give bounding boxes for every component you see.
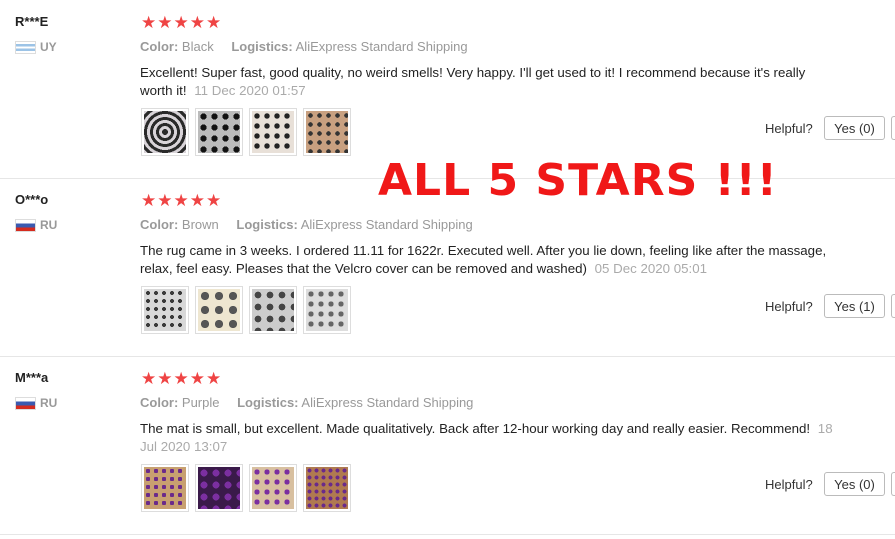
helpful-yes-button[interactable]: Yes (1): [824, 294, 885, 318]
helpful-yes-button[interactable]: Yes (0): [824, 116, 885, 140]
review-meta: Color: Brown Logistics: AliExpress Stand…: [140, 217, 473, 232]
color-label: Color:: [140, 395, 179, 410]
review-date: 11 Dec 2020 01:57: [194, 83, 306, 98]
color-label: Color:: [140, 39, 179, 54]
russia-flag-icon: [15, 396, 36, 410]
reviewer-name: O***o: [15, 192, 49, 207]
review-item: R***E UY ★★★★★ Color: Black Logistics: A…: [0, 0, 895, 178]
review-photo[interactable]: [141, 464, 189, 512]
reviewer-name: R***E: [15, 14, 49, 29]
uruguay-flag-icon: [15, 40, 36, 54]
star-rating: ★★★★★: [141, 369, 223, 388]
review-photo[interactable]: [249, 464, 297, 512]
logistics-label: Logistics:: [237, 395, 299, 410]
star-rating: ★★★★★: [141, 191, 223, 210]
helpful-label: Helpful?: [765, 121, 813, 136]
logistics-value: AliExpress Standard Shipping: [301, 395, 474, 410]
review-photos: [141, 464, 357, 512]
helpful-no-button[interactable]: [891, 294, 895, 318]
country-code: RU: [40, 396, 58, 410]
review-photo[interactable]: [303, 108, 351, 156]
color-value: Purple: [181, 395, 220, 410]
review-photo[interactable]: [303, 464, 351, 512]
review-text: Excellent! Super fast, good quality, no …: [140, 64, 840, 100]
helpful-label: Helpful?: [765, 299, 813, 314]
helpful-label: Helpful?: [765, 477, 813, 492]
color-value: Brown: [181, 217, 219, 232]
review-body: The mat is small, but excellent. Made qu…: [140, 421, 811, 436]
country-code: UY: [40, 40, 57, 54]
star-rating: ★★★★★: [141, 13, 223, 32]
logistics-label: Logistics:: [231, 39, 293, 54]
promo-overlay-text: ALL 5 STARS !!!: [378, 155, 778, 206]
color-value: Black: [181, 39, 214, 54]
review-photos: [141, 286, 357, 334]
country-code: RU: [40, 218, 58, 232]
review-text: The rug came in 3 weeks. I ordered 11.11…: [140, 242, 840, 278]
review-item: M***a RU ★★★★★ Color: Purple Logistics: …: [0, 356, 895, 534]
review-photo[interactable]: [195, 108, 243, 156]
review-photos: [141, 108, 357, 156]
reviewer-country: UY: [15, 40, 57, 54]
review-meta: Color: Purple Logistics: AliExpress Stan…: [140, 395, 473, 410]
review-photo[interactable]: [195, 286, 243, 334]
logistics-label: Logistics:: [236, 217, 298, 232]
helpful-no-button[interactable]: [891, 472, 895, 496]
review-date: 05 Dec 2020 05:01: [594, 261, 708, 276]
reviewer-country: RU: [15, 396, 57, 410]
review-photo[interactable]: [249, 108, 297, 156]
logistics-value: AliExpress Standard Shipping: [295, 39, 468, 54]
review-photo[interactable]: [195, 464, 243, 512]
review-photo[interactable]: [141, 108, 189, 156]
helpful-no-button[interactable]: [891, 116, 895, 140]
review-body: The rug came in 3 weeks. I ordered 11.11…: [140, 243, 827, 276]
review-meta: Color: Black Logistics: AliExpress Stand…: [140, 39, 468, 54]
reviewer-name: M***a: [15, 370, 49, 385]
logistics-value: AliExpress Standard Shipping: [300, 217, 473, 232]
divider: [0, 534, 895, 535]
review-text: The mat is small, but excellent. Made qu…: [140, 420, 840, 456]
review-photo[interactable]: [249, 286, 297, 334]
helpful-yes-button[interactable]: Yes (0): [824, 472, 885, 496]
russia-flag-icon: [15, 218, 36, 232]
review-photo[interactable]: [303, 286, 351, 334]
review-photo[interactable]: [141, 286, 189, 334]
color-label: Color:: [140, 217, 179, 232]
reviewer-country: RU: [15, 218, 57, 232]
